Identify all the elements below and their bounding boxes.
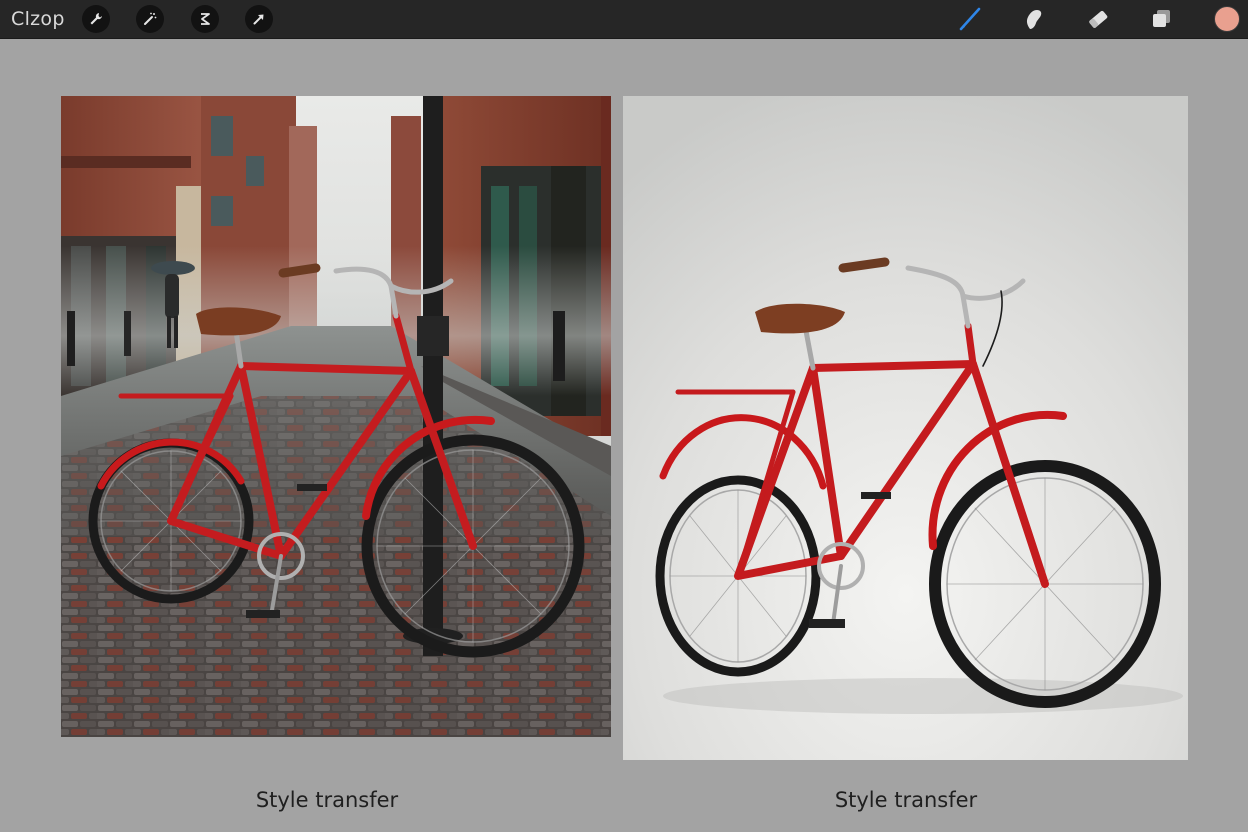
wrench-icon[interactable] [82, 5, 110, 33]
street-bicycle-image [61, 96, 611, 737]
top-toolbar: Clzop [0, 0, 1248, 39]
arrow-cursor-icon[interactable] [245, 5, 273, 33]
caption-right: Style transfer [834, 788, 978, 812]
selection-icon[interactable] [191, 5, 219, 33]
image-panel-studio [623, 96, 1188, 760]
smudge-icon[interactable] [1020, 5, 1048, 33]
eraser-icon[interactable] [1084, 5, 1112, 33]
image-panel-street [61, 96, 611, 737]
studio-bicycle-image [623, 96, 1188, 760]
magic-wand-icon[interactable] [136, 5, 164, 33]
brush-icon[interactable] [956, 5, 984, 33]
layers-icon[interactable] [1148, 5, 1176, 33]
app-title[interactable]: Clzop [11, 8, 65, 30]
color-swatch[interactable] [1214, 6, 1240, 32]
caption-left: Style transfer [255, 788, 399, 812]
